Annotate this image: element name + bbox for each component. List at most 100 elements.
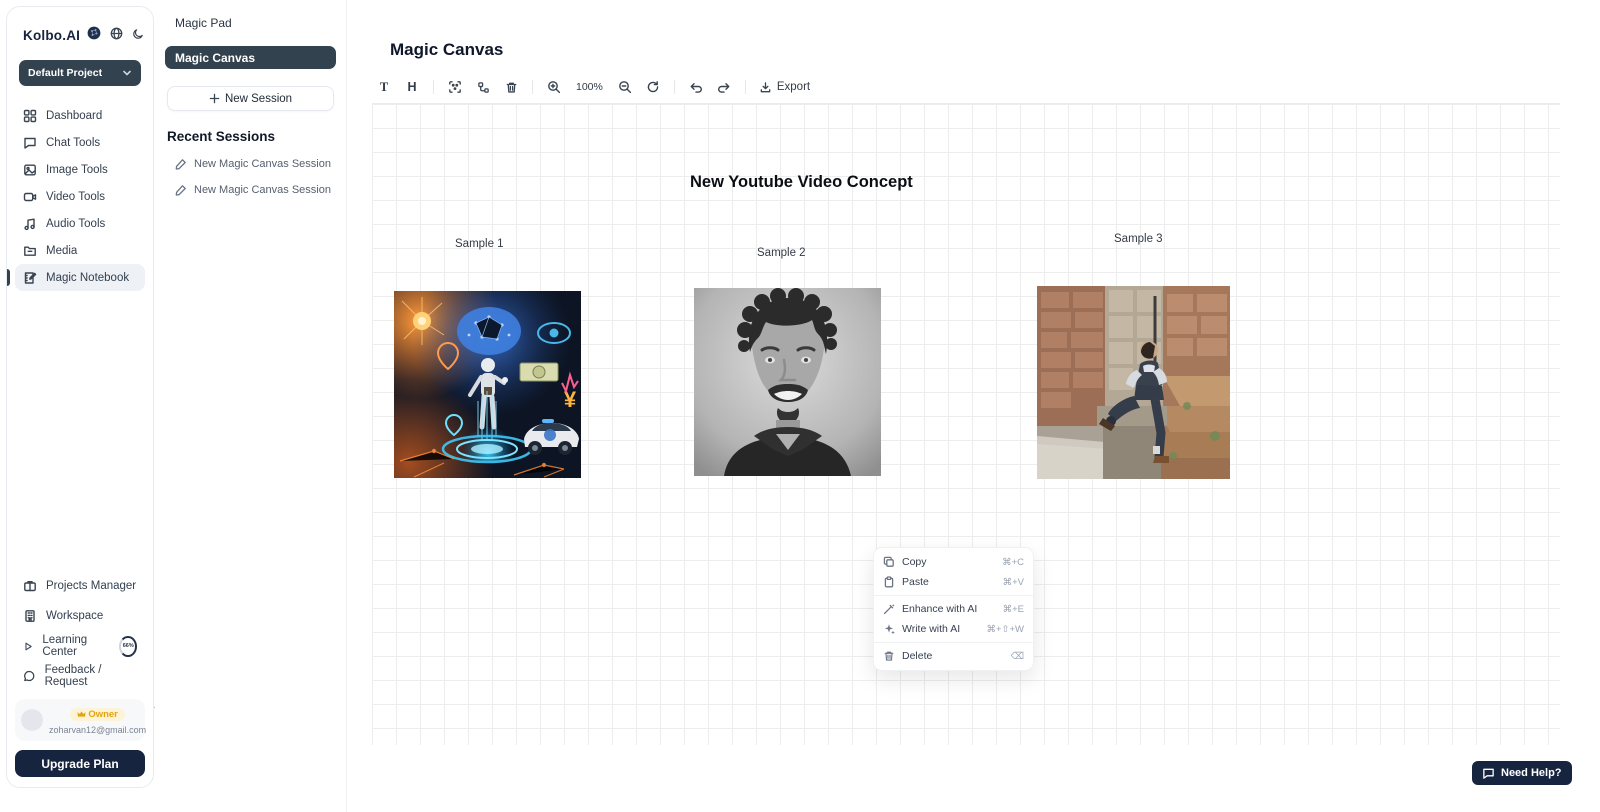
app-root: Kolbo.AI Default Project Dashboard [0,0,1600,812]
magic-canvas-item[interactable]: Magic Canvas [165,46,336,69]
context-menu-enhance-with-ai[interactable]: Enhance with AI ⌘+E [874,599,1033,619]
chat-icon [23,136,37,150]
sparkles-icon [883,623,895,635]
recent-session-item[interactable]: New Magic Canvas Session [165,184,336,196]
menu-divider [874,595,1033,596]
sidebar-nav: Dashboard Chat Tools Image Tools Video T… [15,102,145,291]
zoom-out-button[interactable] [613,77,637,98]
project-selector-label: Default Project [28,67,102,79]
sidebar-item-dashboard[interactable]: Dashboard [15,102,145,129]
sidebar-item-magic-notebook[interactable]: Magic Notebook [15,264,145,291]
recent-session-label: New Magic Canvas Session [194,184,331,196]
new-session-button[interactable]: New Session [167,86,334,111]
toolbar-divider [745,80,746,94]
trash-icon [505,81,518,94]
app-logo-text: Kolbo.AI [23,28,80,43]
briefcase-icon [23,579,37,593]
play-icon [23,640,33,653]
sidebar-item-learning-center[interactable]: Learning Center 66% [15,631,145,661]
magic-wand-icon [883,603,895,615]
toolbar-divider [433,80,434,94]
sidebar-item-label: Dashboard [46,110,102,122]
sample-2-image-portrait[interactable] [694,288,881,476]
context-menu-paste[interactable]: Paste ⌘+V [874,572,1033,592]
shortcut-hint: ⌘+V [1003,577,1024,588]
canvas-heading[interactable]: New Youtube Video Concept [690,173,913,192]
sidebar-item-audio-tools[interactable]: Audio Tools [15,210,145,237]
sidebar-item-label: Projects Manager [46,580,136,592]
zoom-in-button[interactable] [542,77,566,98]
export-button[interactable]: Export [755,81,814,94]
sidebar-item-video-tools[interactable]: Video Tools [15,183,145,210]
sidebar-item-label: Feedback / Request [45,664,137,688]
paste-clipboard-icon [883,576,895,588]
sidebar-item-chat-tools[interactable]: Chat Tools [15,129,145,156]
context-menu-write-with-ai[interactable]: Write with AI ⌘+⇧+W [874,619,1033,639]
sidebar-item-image-tools[interactable]: Image Tools [15,156,145,183]
redo-button[interactable] [712,77,736,98]
sample-1-image-ai-collage[interactable]: ¥ [394,291,581,478]
context-menu-copy[interactable]: Copy ⌘+C [874,552,1033,572]
pencil-icon [175,158,187,170]
reset-view-button[interactable] [641,77,665,98]
undo-button[interactable] [684,77,708,98]
project-selector[interactable]: Default Project [19,60,141,86]
shortcut-hint: ⌫ [1011,651,1024,662]
sidebar-item-media[interactable]: Media [15,237,145,264]
brain-logo-icon [86,25,102,46]
user-card[interactable]: Owner zoharvan12@gmail.com ⌃ [15,699,145,741]
help-chat-icon [1482,767,1495,780]
magic-pad-item[interactable]: Magic Pad [165,14,336,30]
dark-mode-moon-icon[interactable] [132,27,144,45]
avatar [21,709,43,731]
folder-icon [23,244,37,258]
trash-icon [883,650,895,662]
chevron-down-icon [122,68,132,78]
sample-1-label[interactable]: Sample 1 [455,238,504,250]
shortcut-hint: ⌘+C [1002,557,1024,568]
context-menu-delete[interactable]: Delete ⌫ [874,646,1033,666]
pencil-icon [175,184,187,196]
main-sidebar: Kolbo.AI Default Project Dashboard [6,6,154,788]
new-session-label: New Session [225,93,292,105]
sample-3-image-ruins[interactable] [1037,286,1230,479]
need-help-button[interactable]: Need Help? [1472,761,1572,785]
heading-tool-button[interactable]: H [400,77,424,98]
sidebar-item-label: Audio Tools [46,218,105,230]
shortcut-hint: ⌘+⇧+W [986,624,1024,635]
sidebar-item-label: Magic Notebook [46,272,129,284]
toolbar-divider [532,80,533,94]
canvas-toolbar: T H 100% Export [372,77,1560,104]
text-tool-button[interactable]: T [372,77,396,98]
sample-2-label[interactable]: Sample 2 [757,247,806,259]
recent-session-item[interactable]: New Magic Canvas Session [165,158,336,170]
sidebar-item-label: Learning Center [42,634,108,658]
sessions-panel: Magic Pad Magic Canvas New Session Recen… [155,0,347,812]
sidebar-item-label: Video Tools [46,191,105,203]
recent-sessions-heading: Recent Sessions [167,129,336,144]
context-menu: Copy ⌘+C Paste ⌘+V Enhance with AI ⌘+E W… [873,547,1034,671]
sidebar-item-feedback[interactable]: Feedback / Request [15,661,145,691]
sample-3-label[interactable]: Sample 3 [1114,233,1163,245]
zoom-level: 100% [570,81,609,93]
ai-select-icon[interactable] [443,77,467,98]
sidebar-item-label: Media [46,245,77,257]
sidebar-item-label: Image Tools [46,164,108,176]
user-email: zoharvan12@gmail.com [49,725,146,735]
export-label: Export [777,81,810,93]
node-connector-icon[interactable] [471,77,495,98]
copy-icon [883,556,895,568]
owner-badge: Owner [70,708,125,721]
recent-session-label: New Magic Canvas Session [194,158,331,170]
sidebar-item-label: Workspace [46,610,103,622]
music-note-icon [23,217,37,231]
sidebar-item-workspace[interactable]: Workspace [15,601,145,631]
upgrade-plan-button[interactable]: Upgrade Plan [15,750,145,777]
plus-icon [209,93,220,104]
download-icon [759,81,772,94]
delete-tool-button[interactable] [499,77,523,98]
shortcut-hint: ⌘+E [1003,604,1024,615]
language-globe-icon[interactable] [110,27,123,45]
sidebar-item-label: Chat Tools [46,137,100,149]
sidebar-item-projects-manager[interactable]: Projects Manager [15,571,145,601]
